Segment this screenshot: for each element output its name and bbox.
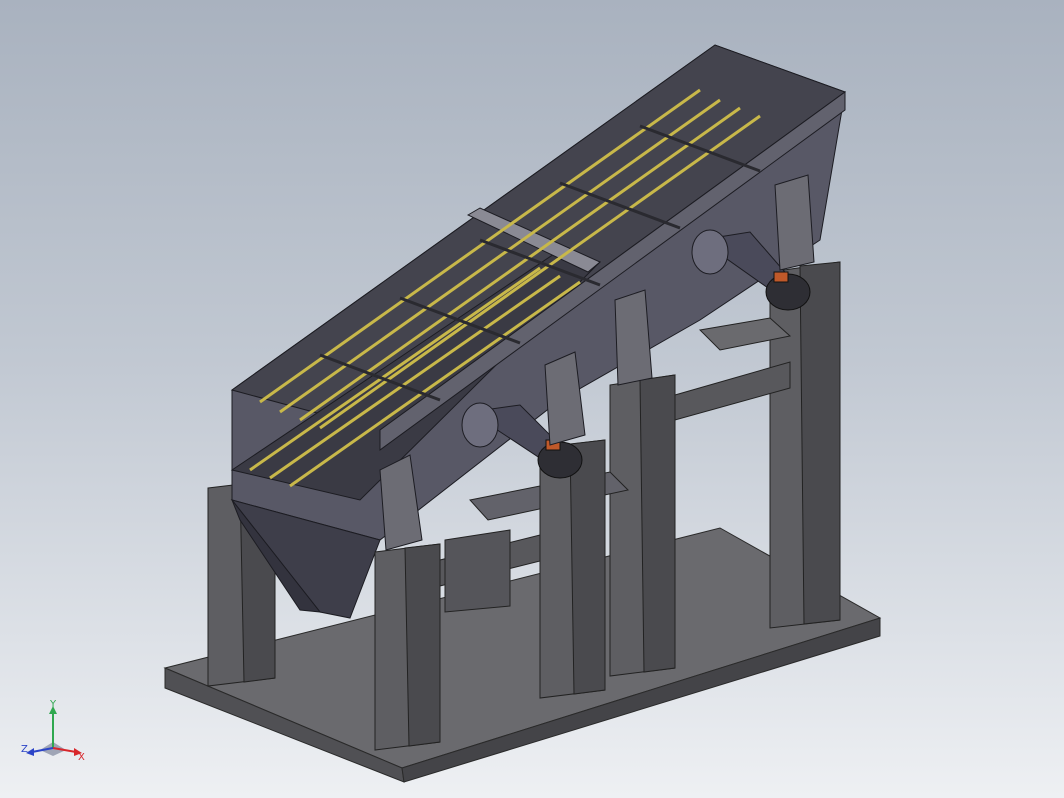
support-column-front-main[interactable] — [374, 543, 441, 751]
spring-bracket-3[interactable] — [614, 289, 653, 386]
axis-triad: Y X Z — [21, 700, 85, 763]
model-scene[interactable] — [0, 0, 1064, 798]
support-column-inner[interactable] — [444, 529, 511, 613]
support-column-front-mid[interactable] — [539, 439, 606, 699]
spring-bracket-4[interactable] — [774, 174, 815, 271]
y-axis-label: Y — [49, 700, 57, 710]
x-axis-label: X — [78, 752, 85, 763]
graphics-viewport[interactable]: Y X Z — [0, 0, 1064, 798]
z-axis-label: Z — [21, 744, 28, 755]
support-column-back-right[interactable] — [769, 261, 841, 629]
support-column-back-mid[interactable] — [609, 374, 676, 677]
